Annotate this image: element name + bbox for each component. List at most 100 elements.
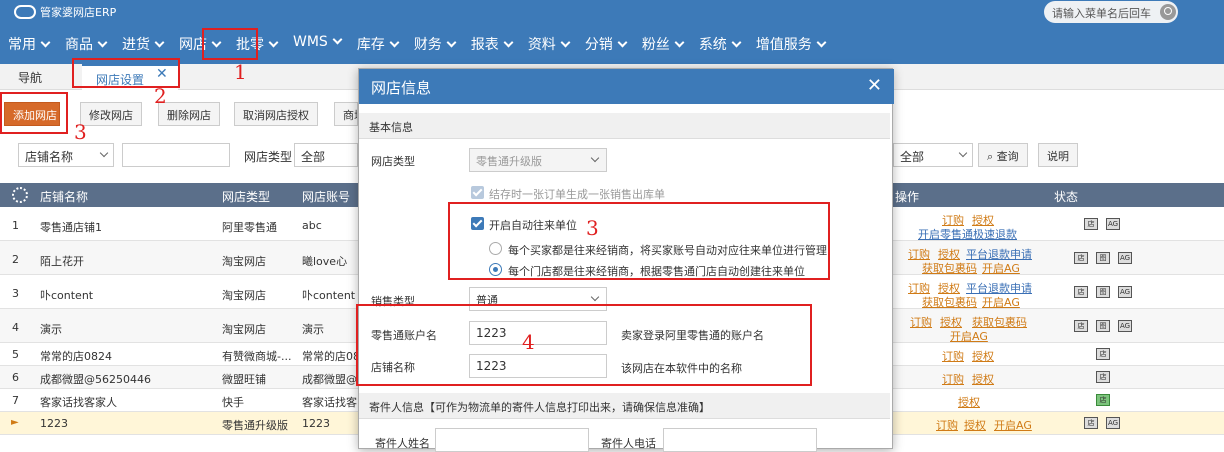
nav-item-data[interactable]: 资料 — [520, 30, 577, 58]
nav-item-distribution[interactable]: 分销 — [577, 30, 634, 58]
status-filter-select[interactable]: 全部 — [893, 143, 973, 167]
nav-item-system[interactable]: 系统 — [691, 30, 748, 58]
settle-checkbox — [471, 186, 484, 199]
shop-type-cell: 微盟旺铺 — [222, 373, 266, 386]
annotation-box-shop-menu — [202, 28, 258, 60]
shop-name-cell: 演示 — [40, 323, 62, 336]
col-header-type[interactable]: 网店类型 — [222, 188, 270, 205]
chevron-down-icon — [389, 37, 400, 48]
order-link[interactable]: 订购 — [942, 371, 964, 387]
search-icon[interactable] — [1160, 4, 1176, 20]
nav-item-finance[interactable]: 财务 — [406, 30, 463, 58]
row-number: 4 — [12, 321, 19, 334]
shop-type-cell: 淘宝网店 — [222, 323, 266, 336]
enable-ag-link[interactable]: 开启AG — [994, 417, 1032, 433]
keyword-input[interactable] — [122, 143, 230, 167]
shop-account-cell: 曦love心 — [302, 255, 348, 268]
chevron-down-icon — [560, 37, 571, 48]
sender-phone-input[interactable] — [663, 428, 817, 452]
select-value: 店铺名称 — [25, 150, 74, 164]
order-link[interactable]: 订购 — [936, 417, 958, 433]
mall-button[interactable]: 商城 — [334, 102, 358, 126]
shop-account-cell: 成都微盟@5 — [302, 373, 364, 386]
order-link[interactable]: 订购 — [942, 348, 964, 364]
annotation-box-add-button — [0, 92, 68, 134]
authorize-link[interactable]: 授权 — [972, 348, 994, 364]
row-number: 3 — [12, 287, 19, 300]
nav-label: 财务 — [413, 37, 442, 53]
chevron-down-icon — [97, 37, 108, 48]
get-package-code-link[interactable]: 获取包裹码 — [922, 260, 977, 276]
sender-name-input[interactable] — [435, 428, 589, 452]
sender-info-section: 寄件人信息【可作为物流单的寄件人信息打印出来，请确保信息准确】 — [359, 393, 890, 419]
enable-ag-link[interactable]: 开启AG — [982, 294, 1020, 310]
chevron-down-icon — [674, 37, 685, 48]
shop-account-cell: 客家话找客 — [302, 396, 357, 409]
shop-name-cell: 1223 — [40, 417, 68, 430]
tab-navigation[interactable]: 导航 — [18, 69, 42, 86]
nav-item-reports[interactable]: 报表 — [463, 30, 520, 58]
shop-type-filter-select[interactable]: 全部 — [294, 143, 358, 167]
nav-item-value-added[interactable]: 增值服务 — [748, 30, 833, 58]
chevron-down-icon — [99, 148, 109, 158]
delete-shop-button[interactable]: 删除网店 — [158, 102, 220, 126]
order-link[interactable]: 订购 — [910, 314, 932, 330]
cancel-auth-button[interactable]: 取消网店授权 — [234, 102, 318, 126]
field-select[interactable]: 店铺名称 — [18, 143, 114, 167]
shop-status-icon: 店 — [1074, 320, 1088, 332]
enable-ag-link[interactable]: 开启AG — [950, 328, 988, 344]
select-value: 零售通升级版 — [476, 155, 542, 168]
nav-item-fans[interactable]: 粉丝 — [634, 30, 691, 58]
col-header-account[interactable]: 网店账号 — [302, 188, 350, 205]
chevron-down-icon — [268, 37, 279, 48]
image-status-icon: 图 — [1096, 252, 1110, 264]
shop-name-cell: 零售通店铺1 — [40, 221, 102, 234]
settle-option-label: 结存时一张订单生成一张销售出库单 — [489, 188, 665, 201]
row-number: 6 — [12, 371, 19, 384]
help-button[interactable]: 说明 — [1038, 143, 1078, 167]
nav-item-purchase[interactable]: 进货 — [114, 30, 171, 58]
col-header-name[interactable]: 店铺名称 — [40, 188, 88, 205]
authorize-link[interactable]: 授权 — [972, 371, 994, 387]
shop-type-cell: 零售通升级版 — [222, 419, 288, 432]
chevron-down-icon — [958, 148, 968, 158]
ag-status-icon: AG — [1118, 286, 1132, 298]
chevron-down-icon — [590, 292, 600, 302]
ag-status-icon: AG — [1118, 320, 1132, 332]
nav-item-wms[interactable]: WMS — [285, 30, 349, 58]
get-package-code-link[interactable]: 获取包裹码 — [922, 294, 977, 310]
row-number: 5 — [12, 348, 19, 361]
nav-label: 粉丝 — [641, 37, 670, 53]
nav-item-stock[interactable]: 库存 — [349, 30, 406, 58]
shop-name-cell: 卟content — [40, 289, 94, 302]
query-label: 查询 — [996, 150, 1019, 163]
close-icon[interactable]: ✕ — [867, 75, 882, 96]
shop-type-cell: 淘宝网店 — [222, 289, 266, 302]
authorize-link[interactable]: 授权 — [958, 394, 980, 410]
chevron-down-icon — [731, 37, 742, 48]
image-status-icon: 图 — [1096, 320, 1110, 332]
menu-search-input[interactable]: 请输入菜单名后回车 — [1044, 1, 1178, 23]
nav-label: 系统 — [698, 37, 727, 53]
chevron-down-icon — [40, 37, 51, 48]
shop-name-cell: 客家话找客家人 — [40, 396, 117, 409]
nav-item-goods[interactable]: 商品 — [57, 30, 114, 58]
authorize-link[interactable]: 授权 — [964, 417, 986, 433]
nav-label: 增值服务 — [755, 37, 812, 53]
shop-type-cell: 有赞微商城-... — [222, 350, 292, 363]
query-button[interactable]: ⌕ 查询 — [978, 143, 1028, 167]
top-bar: 管家婆网店ERP 请输入菜单名后回车 常用 商品 进货 网店 批零 WMS 库存… — [0, 0, 1224, 64]
annotation-box-auto-unit — [448, 202, 830, 280]
fast-refund-link[interactable]: 开启零售通极速退款 — [918, 226, 1017, 242]
main-nav: 常用 商品 进货 网店 批零 WMS 库存 财务 报表 资料 分销 粉丝 系统 … — [0, 30, 833, 58]
enable-ag-link[interactable]: 开启AG — [982, 260, 1020, 276]
select-value: 全部 — [301, 150, 326, 164]
gear-icon[interactable] — [12, 187, 28, 203]
shop-status-icon: 店 — [1074, 286, 1088, 298]
shop-type-cell: 阿里零售通 — [222, 221, 277, 234]
shop-account-cell: 1223 — [302, 417, 330, 430]
nav-item-changyong[interactable]: 常用 — [0, 30, 57, 58]
col-header-ops: 操作 — [895, 190, 920, 204]
chevron-down-icon — [590, 153, 600, 163]
edit-shop-button[interactable]: 修改网店 — [80, 102, 142, 126]
